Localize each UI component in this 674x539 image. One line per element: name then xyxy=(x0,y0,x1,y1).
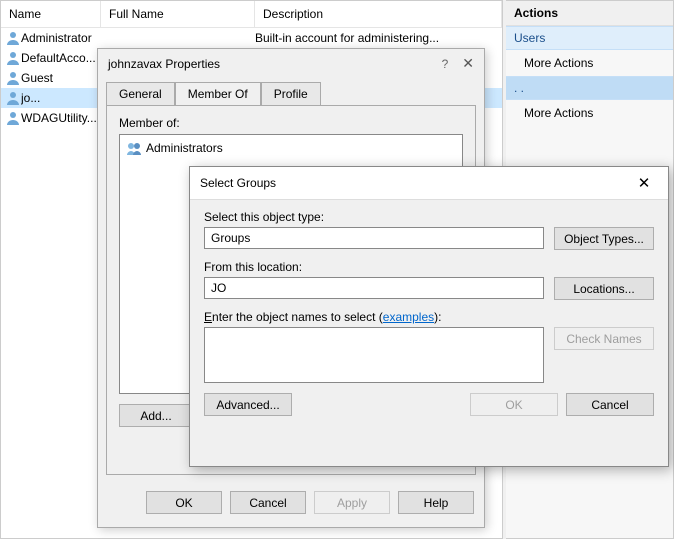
col-description-header[interactable]: Description xyxy=(255,1,502,27)
list-header: Name Full Name Description xyxy=(1,1,502,28)
properties-buttons: OK Cancel Apply Help xyxy=(98,483,484,524)
user-icon xyxy=(5,90,21,106)
col-fullname-header[interactable]: Full Name xyxy=(101,1,255,27)
user-name: Administrator xyxy=(21,31,92,45)
user-desc: Built-in account for administering... xyxy=(255,31,498,45)
cancel-button[interactable]: Cancel xyxy=(230,491,306,514)
properties-titlebar[interactable]: johnzavax Properties ? ✕ xyxy=(98,49,484,78)
select-groups-titlebar[interactable]: Select Groups ✕ xyxy=(190,167,668,200)
add-button[interactable]: Add... xyxy=(119,404,193,427)
select-groups-dialog: Select Groups ✕ Select this object type:… xyxy=(189,166,669,467)
properties-title: johnzavax Properties xyxy=(108,57,442,71)
cancel-button[interactable]: Cancel xyxy=(566,393,654,416)
user-icon xyxy=(5,110,21,126)
object-types-button[interactable]: Object Types... xyxy=(554,227,654,250)
member-name: Administrators xyxy=(146,141,223,155)
properties-tabs: General Member Of Profile xyxy=(98,78,484,105)
object-type-field: Groups xyxy=(204,227,544,249)
select-groups-title: Select Groups xyxy=(200,176,630,190)
help-button[interactable]: Help xyxy=(398,491,474,514)
user-icon xyxy=(5,50,21,66)
ok-button[interactable]: OK xyxy=(146,491,222,514)
locations-button[interactable]: Locations... xyxy=(554,277,654,300)
actions-section-user[interactable]: . . xyxy=(506,76,673,100)
close-icon[interactable]: ✕ xyxy=(630,174,658,192)
member-item[interactable]: Administrators xyxy=(124,139,458,157)
object-names-label: Enter the object names to select (exampl… xyxy=(204,310,654,324)
user-name: Guest xyxy=(21,71,53,85)
actions-title: Actions xyxy=(506,1,673,26)
user-row[interactable]: Administrator Built-in account for admin… xyxy=(1,28,502,48)
advanced-button[interactable]: Advanced... xyxy=(204,393,292,416)
col-name-header[interactable]: Name xyxy=(1,1,101,27)
close-icon[interactable]: ✕ xyxy=(462,55,474,72)
user-icon xyxy=(5,70,21,86)
tab-memberof[interactable]: Member Of xyxy=(175,82,261,106)
user-icon xyxy=(5,30,21,46)
tab-general[interactable]: General xyxy=(106,82,175,106)
user-name: jo... xyxy=(21,91,40,105)
object-type-label: Select this object type: xyxy=(204,210,654,224)
user-name: WDAGUtility... xyxy=(21,111,97,125)
member-of-label: Member of: xyxy=(119,116,463,130)
user-name: DefaultAcco... xyxy=(21,51,96,65)
actions-more-1[interactable]: More Actions xyxy=(506,50,673,76)
ok-button[interactable]: OK xyxy=(470,393,558,416)
apply-button[interactable]: Apply xyxy=(314,491,390,514)
actions-more-2[interactable]: More Actions xyxy=(506,100,673,126)
object-names-input[interactable] xyxy=(204,327,544,383)
actions-section-users[interactable]: Users xyxy=(506,26,673,50)
check-names-button[interactable]: Check Names xyxy=(554,327,654,350)
location-label: From this location: xyxy=(204,260,654,274)
examples-link[interactable]: examples xyxy=(383,310,434,324)
location-field: JO xyxy=(204,277,544,299)
group-icon xyxy=(126,140,142,156)
help-icon[interactable]: ? xyxy=(442,57,449,71)
tab-profile[interactable]: Profile xyxy=(261,82,321,106)
